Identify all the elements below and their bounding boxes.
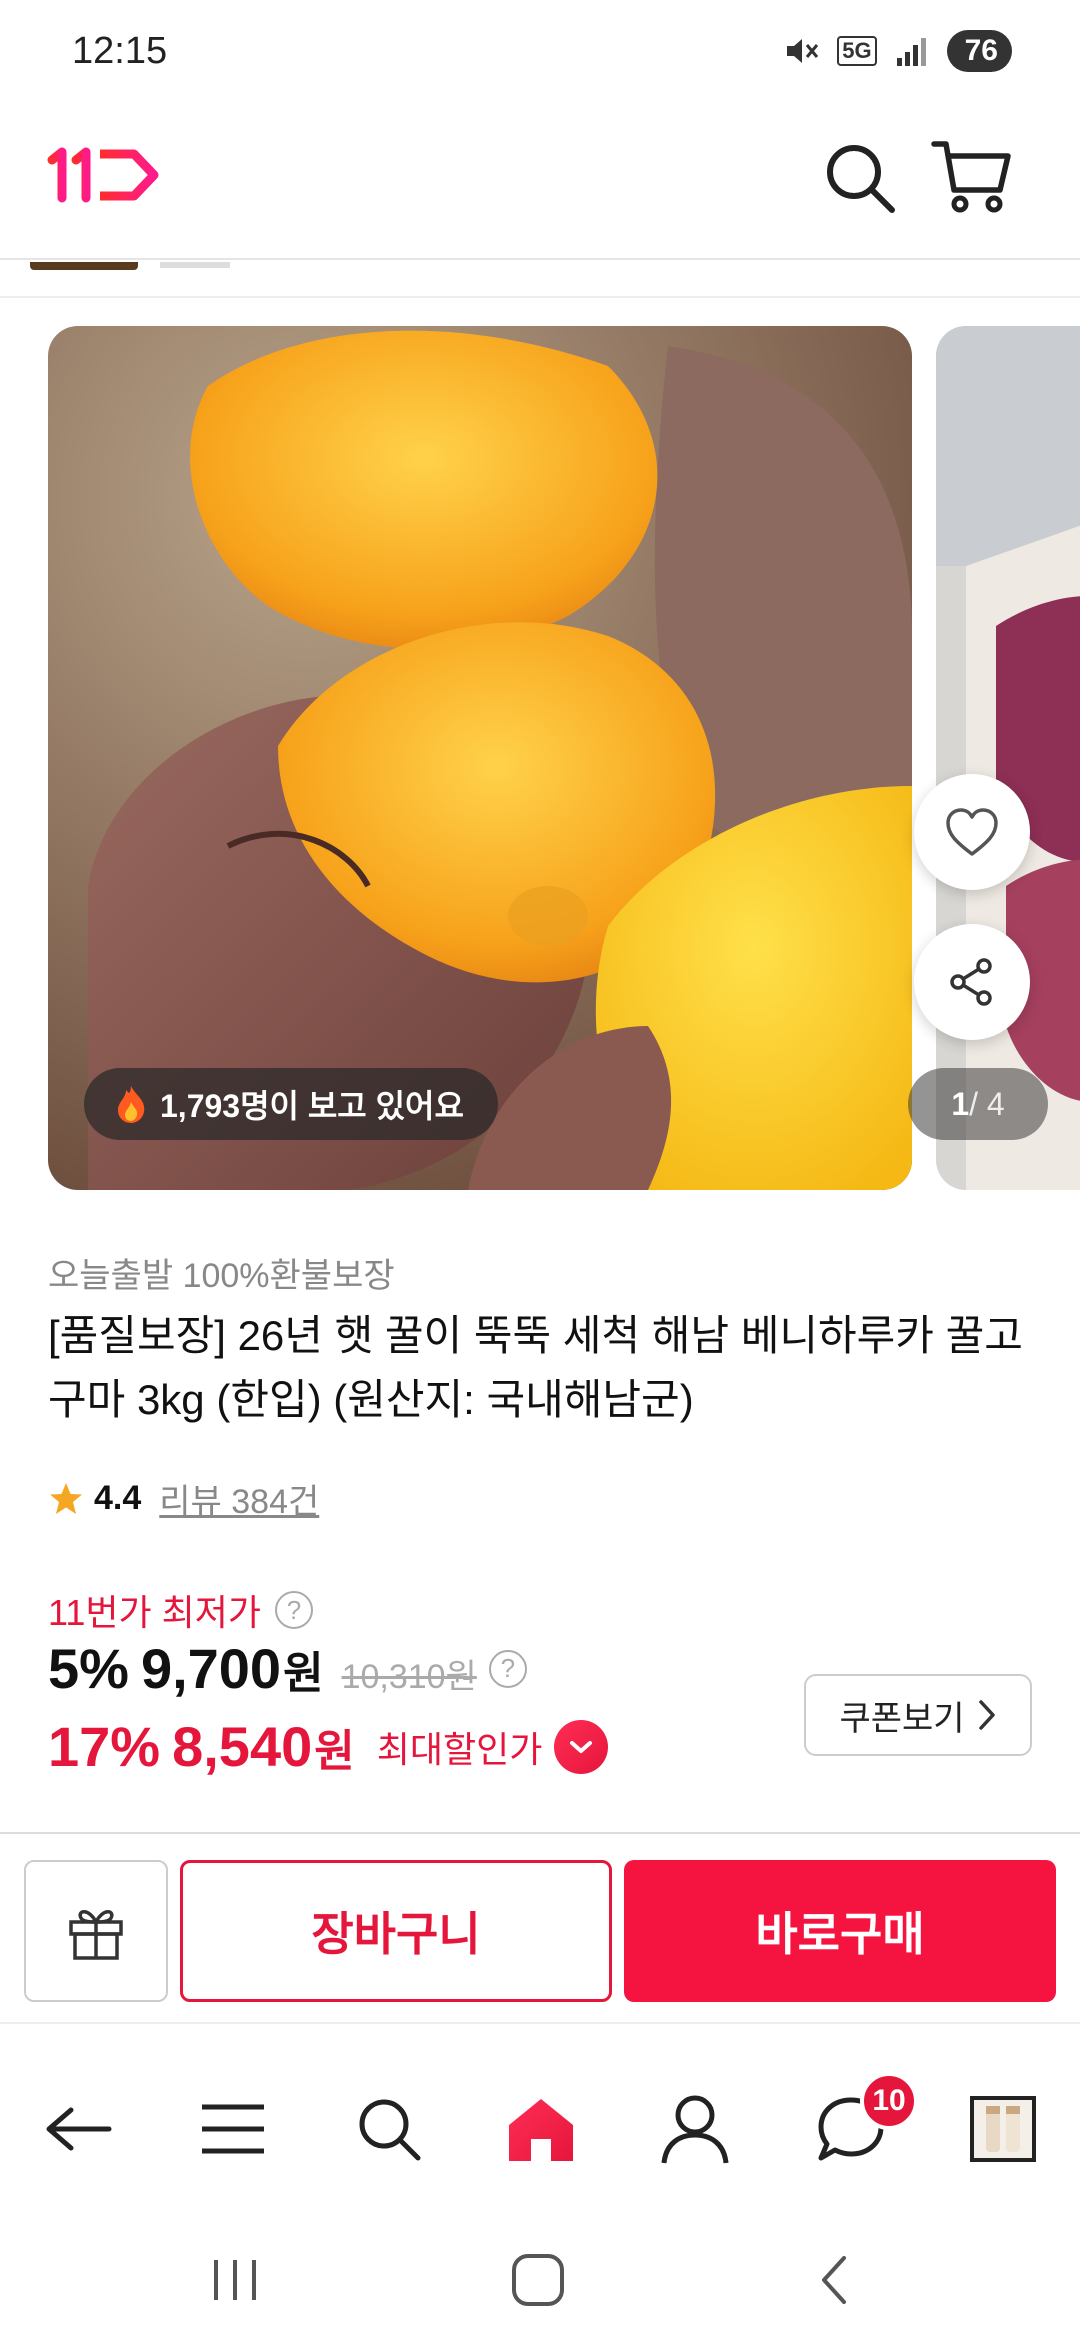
menu-icon [202,2104,264,2154]
help-icon[interactable]: ? [488,1649,527,1688]
nav-my-account[interactable] [650,2084,740,2174]
nav-menu[interactable] [188,2084,278,2174]
view-coupon-button[interactable]: 쿠폰보기 [804,1674,1032,1756]
back-chevron-icon [822,2256,846,2304]
status-bar: 12:15 5G 76 [0,0,1080,110]
fire-icon [118,1086,145,1123]
product-title: [품질보장] 26년 햇 꿀이 뚝뚝 세척 해남 베니하루카 꿀고구마 3kg … [48,1312,1023,1423]
status-icons: 5G 76 [783,30,1027,72]
battery-indicator: 76 [946,30,1027,72]
product-image-gallery[interactable]: 1,793명이 보고 있어요 1 / 4 [0,326,1080,1190]
image-counter-current: 1 [951,1085,970,1122]
chevron-right-icon [978,1700,995,1730]
network-type: 5G [837,36,877,66]
recent-product-thumbnail [970,2096,1036,2162]
currency-unit: 원 [283,1649,324,1698]
lowest-price-label: 11번가 최저가 ? [48,1584,313,1636]
buy-now-button[interactable]: 바로구매 [624,1860,1056,2002]
image-counter-total: / 4 [969,1085,1005,1122]
reviews-link[interactable]: 리뷰 384건 [159,1474,319,1523]
max-discount-percent: 17% [48,1715,161,1778]
arrow-left-icon [46,2107,112,2151]
system-navigation-bar [0,2222,1080,2340]
rating-summary: 4.4 리뷰 384건 [48,1474,319,1523]
currency-unit: 원 [314,1726,355,1776]
gift-button[interactable] [24,1860,168,2002]
search-button[interactable] [820,138,900,223]
home-button[interactable] [508,2252,568,2313]
discount-percent: 5% [48,1637,129,1700]
logo-11st[interactable] [46,146,162,209]
chevron-down-icon [570,1740,593,1753]
add-to-cart-button[interactable]: 장바구니 [180,1860,612,2002]
mute-icon [787,39,819,63]
viewers-text: 1,793명이 보고 있어요 [160,1088,464,1124]
cart-button[interactable] [930,134,1014,223]
home-icon [509,2099,573,2161]
recent-apps-button[interactable] [208,2252,262,2313]
logo-icon [47,147,159,203]
lowest-price-text: 11번가 최저가 [48,1592,261,1633]
max-discount-price: 8,540 [172,1715,313,1778]
nav-chat[interactable]: 10 [806,2072,918,2174]
sweet-potato-photo [48,326,912,1190]
sweet-potato-box-photo [936,326,1080,1190]
strip-thumbnail[interactable] [160,262,230,268]
status-time: 12:15 [72,30,168,72]
wishlist-button[interactable] [914,774,1030,890]
nav-recent-viewed[interactable] [958,2084,1048,2174]
back-button[interactable] [814,2252,854,2313]
product-image-next[interactable] [936,326,1080,1190]
max-discount-row: 17% 8,540 원 최대할인가 [48,1714,609,1779]
image-counter: 1 / 4 [908,1068,1048,1140]
recent-apps-icon [214,2260,256,2300]
help-icon[interactable]: ? [274,1591,313,1629]
heart-icon [946,808,998,856]
home-square-icon [512,2254,564,2306]
nav-home[interactable] [496,2084,586,2174]
delivery-tagline: 오늘출발 100%환불보장 [48,1257,395,1295]
product-image-main[interactable] [48,326,912,1190]
search-icon [359,2099,421,2161]
rating-score: 4.4 [94,1479,142,1517]
expand-discount-button[interactable] [554,1719,609,1774]
sale-price: 9,700 [140,1637,282,1700]
user-icon [661,2095,729,2164]
thumbnail-strip [0,262,1080,298]
coupon-price-row: 5% 9,700 원 10,310원 ? [48,1636,527,1701]
max-discount-label: 최대할인가 [376,1728,543,1770]
star-icon [50,1482,82,1514]
coupon-button-label: 쿠폰보기 [839,1699,965,1738]
gift-icon [69,1910,123,1960]
bottom-navigation: 10 [0,2022,1080,2222]
share-button[interactable] [914,924,1030,1040]
search-icon [827,145,895,213]
chat-badge: 10 [860,2072,918,2130]
viewers-badge: 1,793명이 보고 있어요 [84,1068,498,1140]
cart-icon [931,141,1011,213]
signal-icon [896,38,926,66]
nav-search[interactable] [344,2084,434,2174]
app-header [0,110,1080,260]
strip-thumbnail[interactable] [30,262,138,270]
original-price: 10,310원 [341,1658,477,1696]
nav-back[interactable] [32,2084,122,2174]
purchase-action-bar: 장바구니 바로구매 [0,1832,1080,2022]
share-icon [950,958,992,1006]
